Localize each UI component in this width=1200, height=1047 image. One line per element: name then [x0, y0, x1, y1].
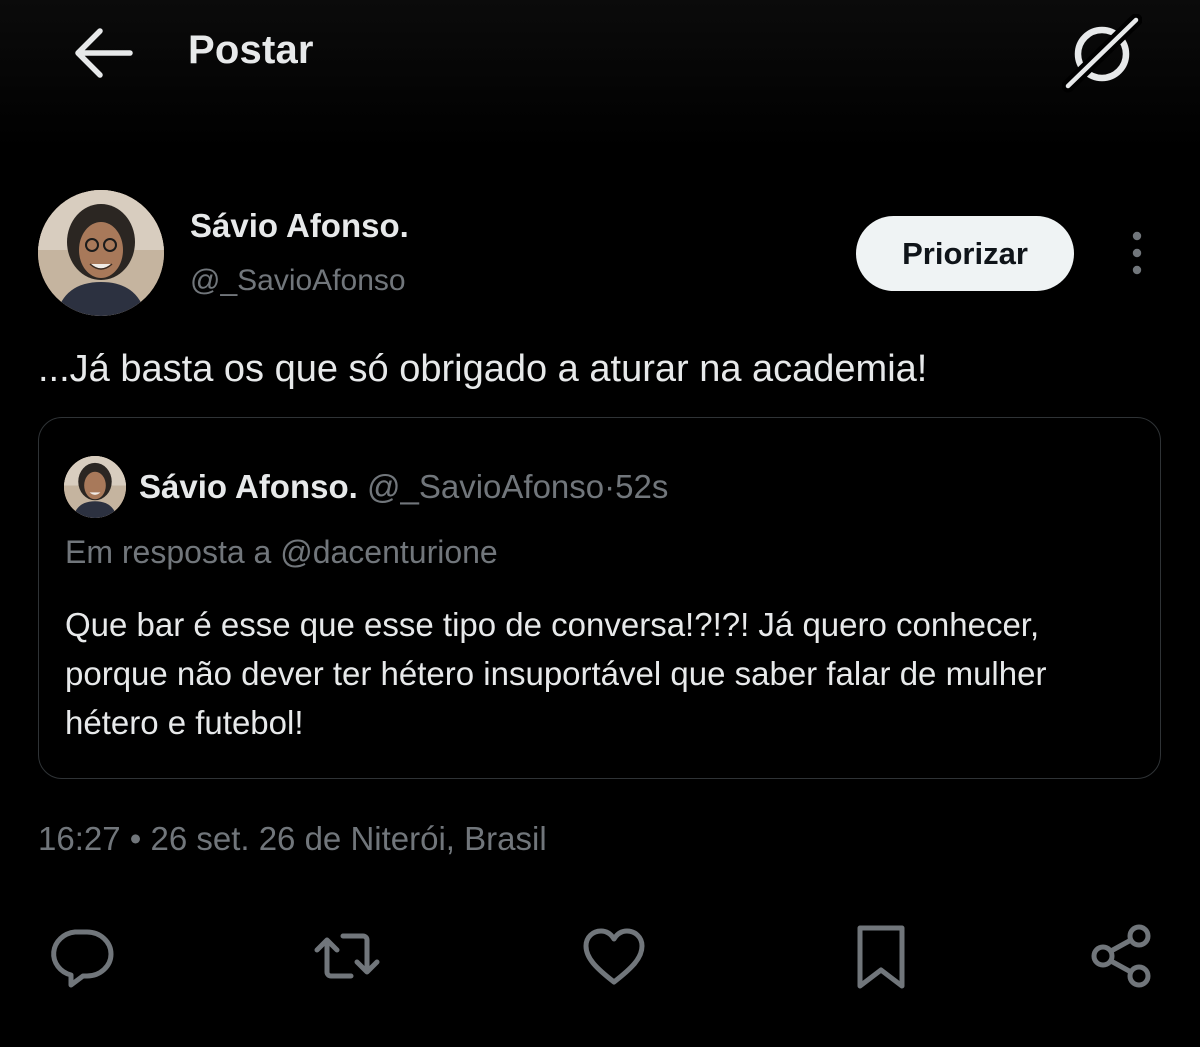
post-detail-page: Postar Sávio Afonso. @_SavioAfonso Prior…	[0, 0, 1200, 1047]
author-handle[interactable]: @_SavioAfonso	[190, 264, 406, 298]
grok-button[interactable]	[1062, 14, 1142, 94]
more-options-button[interactable]	[1122, 230, 1152, 276]
quoted-post-card[interactable]: Sávio Afonso. @_SavioAfonso·52s Em respo…	[38, 417, 1161, 779]
reply-button[interactable]	[45, 920, 117, 992]
quoted-author-name: Sávio Afonso.	[139, 468, 358, 505]
post-timestamp-location: 16:27 • 26 set. 26 de Niterói, Brasil	[38, 820, 547, 857]
quoted-author-avatar	[64, 456, 126, 518]
author-name[interactable]: Sávio Afonso.	[190, 207, 409, 245]
bookmark-button[interactable]	[846, 920, 918, 992]
share-icon	[1091, 924, 1151, 988]
reply-context: Em resposta a @dacenturione	[65, 534, 498, 570]
arrow-left-icon	[75, 28, 133, 78]
reply-icon	[51, 929, 114, 988]
heart-icon	[583, 928, 645, 985]
like-button[interactable]	[578, 920, 650, 992]
back-button[interactable]	[70, 25, 136, 81]
top-bar: Postar	[0, 0, 1200, 150]
quoted-post-time: 52s	[615, 468, 669, 505]
page-title: Postar	[188, 28, 314, 72]
avatar-photo	[64, 456, 126, 518]
bookmark-icon	[857, 925, 905, 989]
grok-icon	[1062, 14, 1142, 93]
quoted-post-header: Sávio Afonso. @_SavioAfonso·52s	[139, 468, 668, 506]
repost-icon	[314, 933, 380, 979]
priorizar-button[interactable]: Priorizar	[856, 216, 1074, 291]
post-text: ...Já basta os que só obrigado a aturar …	[38, 348, 928, 390]
author-avatar[interactable]	[38, 190, 164, 316]
share-button[interactable]	[1085, 920, 1157, 992]
more-vertical-icon	[1132, 231, 1142, 275]
repost-button[interactable]	[311, 920, 383, 992]
dot-separator: ·	[604, 468, 616, 505]
avatar-photo	[38, 190, 164, 316]
quoted-author-handle: @_SavioAfonso	[366, 468, 605, 505]
quoted-post-text: Que bar é esse que esse tipo de conversa…	[65, 606, 1047, 741]
